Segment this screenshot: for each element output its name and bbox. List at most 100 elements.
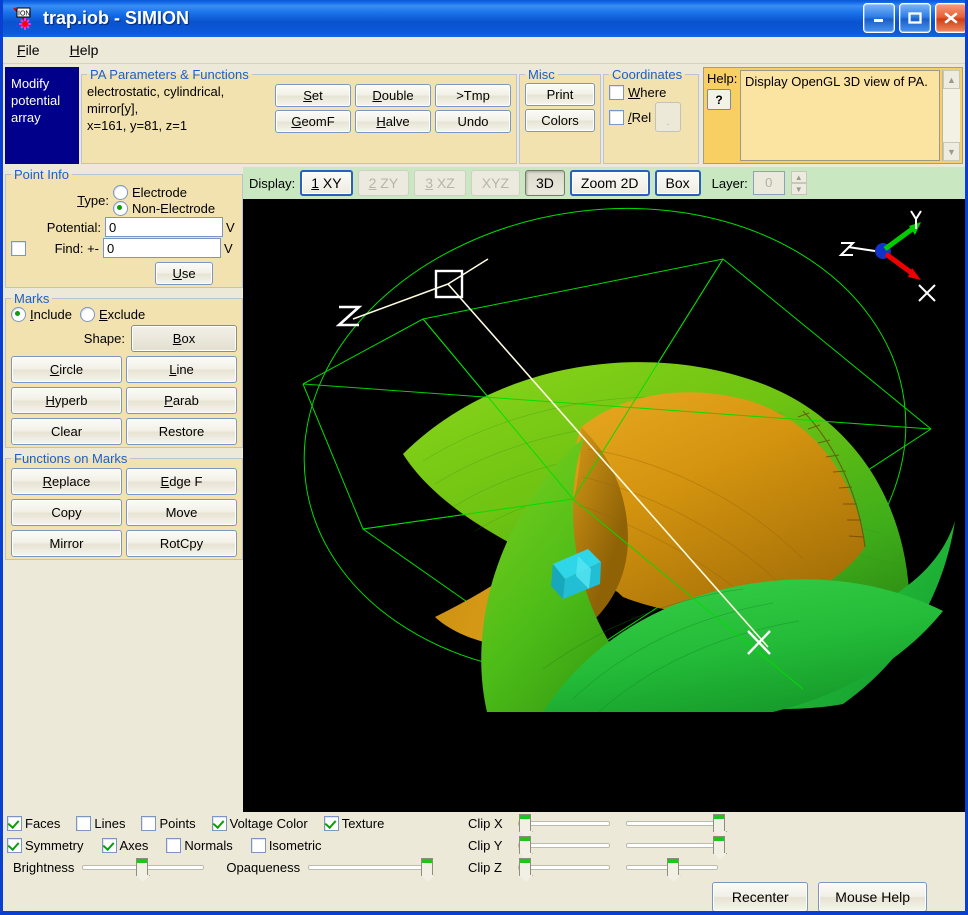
- opaqueness-slider-thumb[interactable]: [420, 858, 433, 876]
- symmetry-option[interactable]: Symmetry: [7, 838, 84, 853]
- clip-y-high-slider[interactable]: [626, 836, 726, 854]
- mirror-button[interactable]: Mirror: [11, 530, 122, 557]
- find-input[interactable]: [103, 238, 221, 258]
- lines-option[interactable]: Lines: [76, 816, 125, 831]
- clip-z-low-slider[interactable]: [518, 858, 610, 876]
- texture-checkbox[interactable]: [323, 816, 339, 831]
- tab-2-zy[interactable]: 2 ZY: [357, 170, 410, 196]
- copy-button[interactable]: Copy: [11, 499, 122, 526]
- to-tmp-button[interactable]: >Tmp: [435, 84, 511, 107]
- rotcpy-button[interactable]: RotCpy: [126, 530, 237, 557]
- clip-z-high-slider[interactable]: [626, 858, 718, 876]
- clip-z-high-thumb[interactable]: [666, 858, 679, 876]
- geomf-button[interactable]: GeomF: [275, 110, 351, 133]
- tab-3-xz[interactable]: 3 XZ: [414, 170, 466, 196]
- potential-input[interactable]: [105, 217, 223, 237]
- scroll-up-icon[interactable]: ▲: [943, 70, 960, 89]
- help-question-button[interactable]: ?: [707, 89, 731, 110]
- tab-1-xy[interactable]: 1 XY: [300, 170, 353, 196]
- axes-option[interactable]: Axes: [101, 838, 148, 853]
- axes-checkbox[interactable]: [101, 838, 117, 853]
- use-button[interactable]: Use: [155, 262, 213, 285]
- clip-y-low-slider[interactable]: [518, 836, 610, 854]
- normals-option[interactable]: Normals: [166, 838, 233, 853]
- clip-x-high-slider[interactable]: [626, 814, 726, 832]
- shape-box-button[interactable]: Box: [131, 325, 237, 352]
- brightness-slider-thumb[interactable]: [136, 858, 149, 876]
- recenter-button[interactable]: Recenter: [712, 882, 809, 911]
- non-electrode-radio[interactable]: [113, 201, 128, 216]
- scroll-down-icon[interactable]: ▼: [943, 142, 960, 161]
- circle-button[interactable]: Circle: [11, 356, 122, 383]
- zoom-2d-button[interactable]: Zoom 2D: [569, 170, 650, 196]
- isometric-checkbox[interactable]: [250, 838, 266, 853]
- faces-option[interactable]: Faces: [7, 816, 60, 831]
- clip-x-high-thumb[interactable]: [713, 814, 726, 832]
- texture-option[interactable]: Texture: [323, 816, 384, 831]
- menu-item-file[interactable]: File: [13, 40, 44, 60]
- maximize-icon[interactable]: [899, 3, 931, 33]
- rel-checkbox[interactable]: [609, 109, 624, 125]
- symmetry-checkbox[interactable]: [7, 838, 22, 853]
- coord-detail-button[interactable]: .: [655, 102, 682, 132]
- normals-checkbox[interactable]: [166, 838, 182, 853]
- layer-spinner[interactable]: ▲ ▼: [790, 171, 807, 195]
- faces-checkbox[interactable]: [7, 816, 22, 831]
- print-button[interactable]: Print: [525, 83, 595, 106]
- isometric-option[interactable]: Isometric: [250, 838, 322, 853]
- set-button[interactable]: Set: [275, 84, 351, 107]
- where-checkbox[interactable]: [609, 85, 624, 100]
- where-checkbox-row[interactable]: Where: [609, 85, 693, 100]
- help-scrollbar[interactable]: ▲ ▼: [942, 70, 960, 161]
- 3d-scene[interactable]: [243, 199, 967, 712]
- move-button[interactable]: Move: [126, 499, 237, 526]
- layer-value[interactable]: 0: [752, 171, 785, 195]
- points-label: Points: [159, 816, 196, 831]
- line-button[interactable]: Line: [126, 356, 237, 383]
- clip-x-low-thumb[interactable]: [519, 814, 531, 832]
- edge-f-button[interactable]: Edge F: [126, 468, 237, 495]
- brightness-slider[interactable]: [82, 858, 205, 876]
- tab-xyz[interactable]: XYZ: [470, 170, 521, 196]
- clip-z-label: Clip Z: [468, 860, 502, 875]
- layer-spinner-down-icon[interactable]: ▼: [790, 183, 807, 195]
- double-button[interactable]: Double: [355, 84, 431, 107]
- brightness-opaqueness-row: Brightness Opaqueness: [7, 858, 462, 876]
- hyperb-button[interactable]: Hyperb: [11, 387, 122, 414]
- layer-spinner-up-icon[interactable]: ▲: [790, 171, 807, 183]
- tab-3d[interactable]: 3D: [525, 170, 565, 196]
- halve-button[interactable]: Halve: [355, 110, 431, 133]
- electrode-radio[interactable]: [113, 185, 128, 200]
- clip-y-high-thumb[interactable]: [713, 836, 726, 854]
- points-checkbox[interactable]: [141, 816, 157, 831]
- opaqueness-slider[interactable]: [308, 858, 433, 876]
- restore-button[interactable]: Restore: [126, 418, 237, 445]
- find-checkbox[interactable]: [11, 240, 26, 256]
- rel-checkbox-row[interactable]: /Rel .: [609, 102, 693, 132]
- parab-button[interactable]: Parab: [126, 387, 237, 414]
- clip-x-low-slider[interactable]: [518, 814, 610, 832]
- type-nonelectrode-option[interactable]: Non-Electrode: [113, 201, 215, 216]
- replace-button[interactable]: Replace: [11, 468, 122, 495]
- points-option[interactable]: Points: [141, 816, 196, 831]
- voltage-color-option[interactable]: Voltage Color: [211, 816, 308, 831]
- undo-button[interactable]: Undo: [435, 110, 511, 133]
- include-radio[interactable]: [11, 307, 26, 322]
- clear-button[interactable]: Clear: [11, 418, 122, 445]
- clip-y-low-thumb[interactable]: [519, 836, 531, 854]
- type-electrode-option[interactable]: Electrode: [113, 185, 215, 200]
- voltage-color-checkbox[interactable]: [211, 816, 227, 831]
- mode-line-3: array: [11, 110, 41, 125]
- exclude-radio[interactable]: [79, 307, 95, 322]
- lines-checkbox[interactable]: [76, 816, 92, 831]
- opengl-3d-viewport[interactable]: [243, 199, 967, 812]
- marks-exclude-option[interactable]: Exclude: [79, 307, 145, 322]
- mouse-help-button[interactable]: Mouse Help: [818, 882, 927, 911]
- box-button[interactable]: Box: [654, 170, 701, 196]
- colors-button[interactable]: Colors: [525, 109, 595, 132]
- minimize-icon[interactable]: [863, 3, 895, 33]
- menu-item-help[interactable]: Help: [66, 40, 103, 60]
- clip-z-low-thumb[interactable]: [519, 858, 531, 876]
- marks-include-option[interactable]: Include: [11, 307, 72, 322]
- close-icon[interactable]: [935, 3, 965, 33]
